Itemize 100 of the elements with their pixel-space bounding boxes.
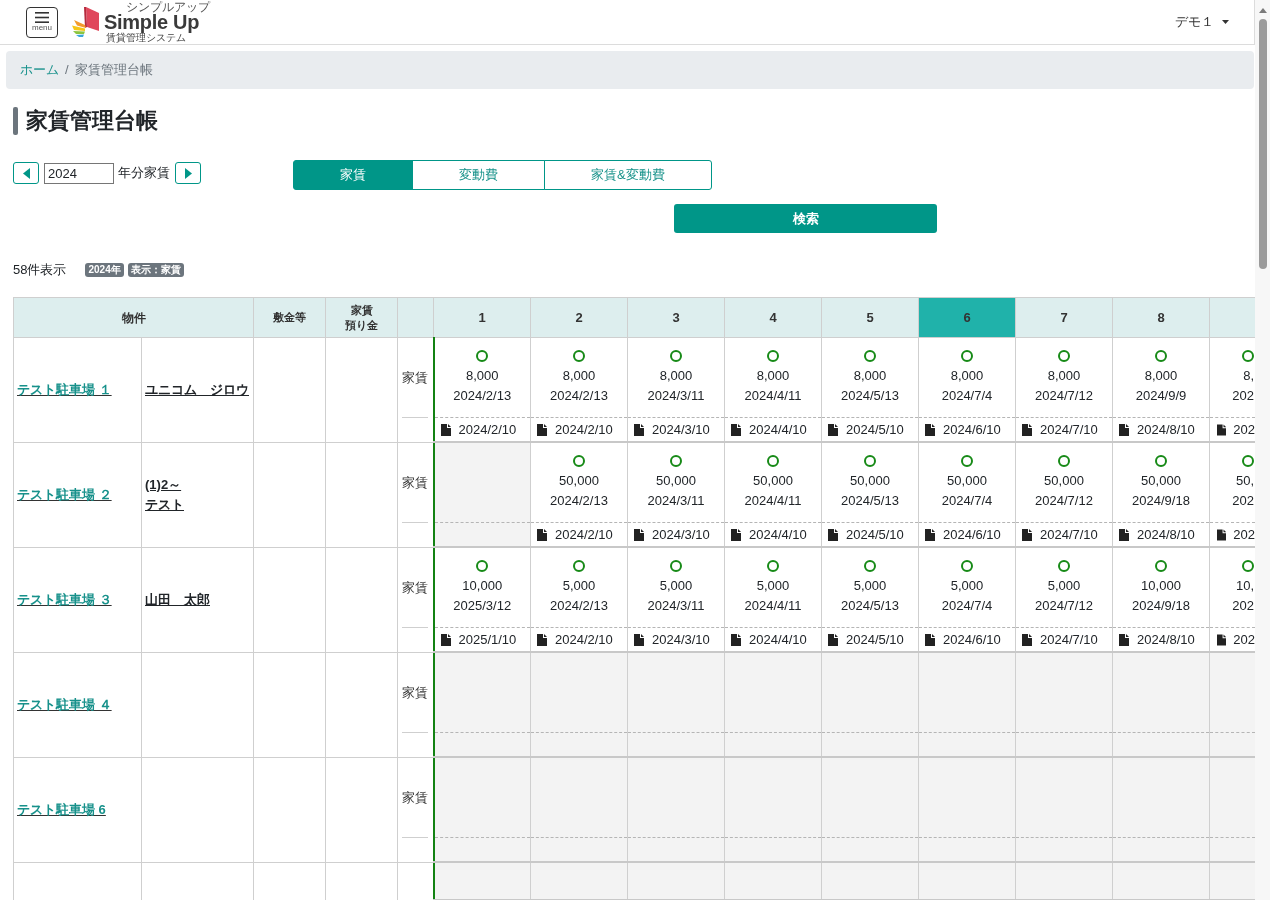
document-icon xyxy=(828,633,838,646)
payment-date: 202 xyxy=(1232,597,1254,615)
amount-text: 50,000 xyxy=(1141,472,1181,490)
payment-date: 202 xyxy=(1232,492,1254,510)
circle-icon xyxy=(476,560,489,572)
circle-icon xyxy=(864,455,876,467)
menu-icon xyxy=(35,12,49,23)
circle-icon xyxy=(961,560,973,572)
amount-text: 8,000 xyxy=(756,367,790,385)
tab[interactable]: 変動費 xyxy=(412,160,545,190)
payment-date: 2024/7/4 xyxy=(941,492,993,510)
row-label: 家賃 xyxy=(402,683,429,702)
amount-text: 5,000 xyxy=(853,577,887,595)
payment-date: 2024/4/11 xyxy=(744,597,802,615)
next-year-button[interactable] xyxy=(175,162,201,184)
amount-text: 50,000 xyxy=(850,472,890,490)
breadcrumb-link[interactable]: ホーム xyxy=(20,60,59,80)
payment-date: 2024/4/11 xyxy=(744,492,802,510)
property-link[interactable]: テスト駐車場 ４ xyxy=(17,696,112,712)
billing-date: 2024/8/10 xyxy=(1137,420,1195,439)
amount-text: 8,000 xyxy=(659,367,693,385)
billing-date: 2025/1/10 xyxy=(458,630,517,649)
document-icon xyxy=(828,423,838,436)
tenant-link[interactable]: テスト xyxy=(145,494,184,515)
amount-text: 50,000 xyxy=(559,472,599,490)
amount-text: 50,000 xyxy=(753,472,793,490)
search-button[interactable]: 検索 xyxy=(674,204,937,233)
user-menu[interactable]: デモ１ xyxy=(1175,12,1229,32)
property-link[interactable]: テスト駐車場 １ xyxy=(17,382,112,397)
tenant-link[interactable]: (1)2～ xyxy=(145,474,182,495)
document-icon xyxy=(1217,423,1227,436)
logo-tagline: 賃貸管理システム xyxy=(106,32,186,43)
amount-text: 8,000 xyxy=(1144,367,1178,385)
amount-text: 5,000 xyxy=(950,577,984,595)
filter-badge: 表示：家賃 xyxy=(127,262,184,277)
circle-icon xyxy=(961,350,973,362)
amount-text: 8,000 xyxy=(950,367,984,385)
payment-date: 2024/5/13 xyxy=(841,387,899,405)
tab[interactable]: 家賃&変動費 xyxy=(544,160,712,190)
billing-date: 2024/7/10 xyxy=(1040,525,1098,544)
property-link[interactable]: テスト駐車場 ２ xyxy=(17,486,112,502)
breadcrumb-current: 家賃管理台帳 xyxy=(74,61,153,80)
payment-date: 2024/5/13 xyxy=(841,492,899,510)
result-count: 58件表示 xyxy=(13,262,67,277)
year-suffix-label: 年分家賃 xyxy=(118,164,170,183)
tab[interactable]: 家賃 xyxy=(293,160,413,190)
property-link[interactable]: テスト駐車場 6 xyxy=(17,801,106,817)
circle-icon xyxy=(573,455,585,467)
circle-icon xyxy=(573,560,585,572)
billing-date: 2024/6/10 xyxy=(943,420,1001,439)
column-header-text: 家賃 xyxy=(349,302,374,318)
scrollbar[interactable] xyxy=(1255,0,1270,900)
billing-date: 2024/3/10 xyxy=(652,630,710,649)
amount-text: 8,000 xyxy=(1047,367,1081,385)
tenant-link[interactable]: ユニコム ジロウ xyxy=(145,379,249,400)
billing-date: 2024/8/10 xyxy=(1137,525,1195,544)
scrollbar-thumb[interactable] xyxy=(1258,19,1267,269)
row-label: 家賃 xyxy=(402,788,429,807)
row-label: 家賃 xyxy=(402,473,429,492)
circle-icon xyxy=(864,560,876,572)
menu-button[interactable]: menu xyxy=(26,6,58,38)
document-icon xyxy=(731,528,741,541)
payment-date: 2024/2/13 xyxy=(550,387,608,405)
tenant-link[interactable]: 山田 太郎 xyxy=(145,589,210,610)
document-icon xyxy=(828,528,838,541)
previous-year-button[interactable] xyxy=(13,162,39,184)
row-label: 家賃 xyxy=(402,578,429,597)
year-input[interactable]: 2024 xyxy=(44,162,114,184)
document-icon xyxy=(1119,423,1129,436)
document-icon xyxy=(1217,528,1227,541)
billing-date: 2024/2/10 xyxy=(555,525,613,544)
scroll-up-icon[interactable] xyxy=(1258,8,1267,13)
amount-text: 5,000 xyxy=(756,577,790,595)
month-header: 7 xyxy=(1015,297,1113,338)
caret-down-icon xyxy=(1222,20,1229,24)
column-header-text: 預り金 xyxy=(344,317,379,333)
month-header: 5 xyxy=(821,297,919,338)
payment-date: 2024/2/13 xyxy=(550,492,608,510)
billing-date: 202 xyxy=(1233,630,1255,649)
document-icon xyxy=(1119,528,1129,541)
payment-date: 2024/7/12 xyxy=(1035,492,1093,510)
circle-icon xyxy=(767,560,779,572)
amount-text: 8,000 xyxy=(465,367,499,385)
logo-text: Simple Up xyxy=(104,13,200,32)
payment-date: 2024/7/4 xyxy=(941,387,993,405)
circle-icon xyxy=(1155,560,1167,572)
billing-date: 2024/5/10 xyxy=(846,525,904,544)
document-icon xyxy=(634,633,644,646)
document-icon xyxy=(1217,633,1227,646)
billing-date: 2024/8/10 xyxy=(1137,630,1195,649)
circle-icon xyxy=(670,455,682,467)
month-header: 8 xyxy=(1112,297,1210,338)
caret-left-icon xyxy=(22,167,30,179)
billing-date: 2024/5/10 xyxy=(846,630,904,649)
payment-date: 2024/9/18 xyxy=(1132,597,1190,615)
payment-date: 202 xyxy=(1232,387,1254,405)
property-link[interactable]: テスト駐車場 ３ xyxy=(17,591,112,607)
month-header: 6 xyxy=(918,297,1016,338)
amount-text: 50,000 xyxy=(1044,472,1084,490)
circle-icon xyxy=(1058,455,1070,467)
